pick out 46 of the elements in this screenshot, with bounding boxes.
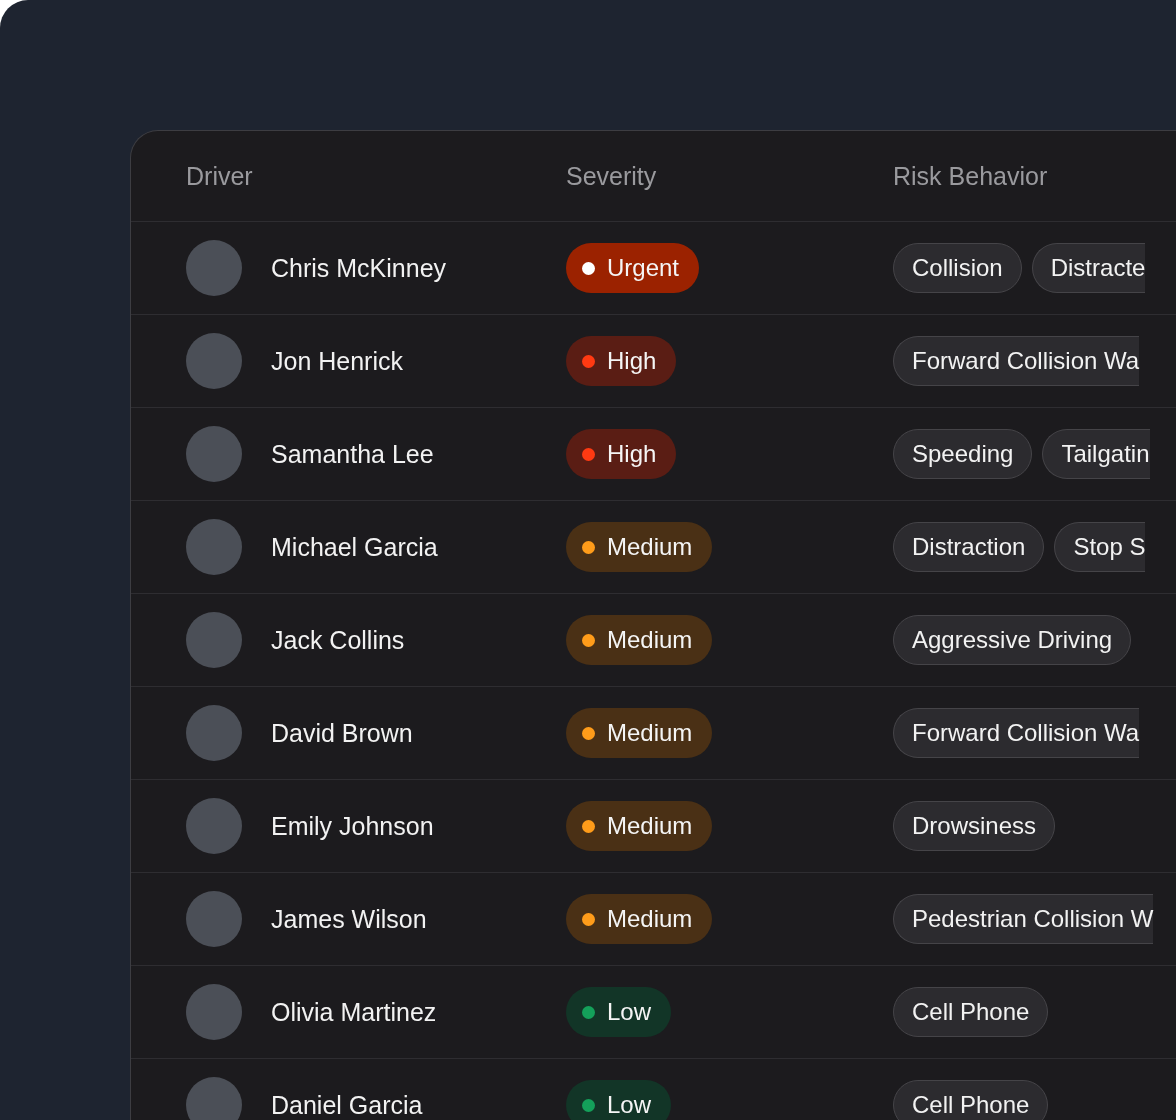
risk-tag: Cell Phone	[893, 1080, 1049, 1120]
column-header: Driver	[186, 161, 254, 191]
risk-tag: Aggressive Driving	[893, 615, 1132, 665]
driver-name: Daniel Garcia	[271, 1090, 423, 1120]
severity-badge: Urgent	[566, 243, 700, 293]
avatar	[186, 1077, 242, 1120]
risk-tag: Collision	[893, 243, 1022, 293]
driver-name: David Brown	[271, 718, 413, 748]
driver-name: James Wilson	[271, 904, 427, 934]
severity-badge: Medium	[566, 615, 713, 665]
risk-tag: Distracte	[1031, 243, 1146, 293]
risk-tag: Forward Collision Wa	[893, 708, 1140, 758]
avatar	[186, 240, 242, 296]
avatar	[186, 333, 242, 389]
driver-name: Michael Garcia	[271, 532, 438, 562]
risk-tag: Stop S	[1054, 522, 1146, 572]
avatar	[186, 798, 242, 854]
avatar	[186, 705, 242, 761]
severity-badge: Medium	[566, 522, 713, 572]
driver-name: Olivia Martinez	[271, 997, 437, 1027]
risk-tag: Speeding	[893, 429, 1033, 479]
risk-tag: Pedestrian Collision W	[893, 894, 1154, 944]
avatar	[186, 519, 242, 575]
driver-name: Samantha Lee	[271, 439, 434, 469]
risk-tag: Forward Collision Wa	[893, 336, 1140, 386]
risk-tag: Tailgatin	[1042, 429, 1150, 479]
avatar	[186, 891, 242, 947]
avatar	[186, 426, 242, 482]
severity-badge: Medium	[566, 894, 713, 944]
severity-badge: High	[566, 336, 677, 386]
avatar	[186, 984, 242, 1040]
severity-badge: Low	[566, 1080, 672, 1120]
driver-name: Emily Johnson	[271, 811, 434, 841]
severity-badge: High	[566, 429, 677, 479]
risk-tag: Distraction	[893, 522, 1045, 572]
column-header: Severity	[566, 161, 658, 191]
avatar	[186, 612, 242, 668]
risk-tag: Cell Phone	[893, 987, 1049, 1037]
severity-badge: Medium	[566, 801, 713, 851]
risk-tag: Drowsiness	[893, 801, 1056, 851]
column-header: Risk Behavior	[893, 161, 1049, 191]
severity-badge: Low	[566, 987, 672, 1037]
driver-name: Chris McKinney	[271, 253, 447, 283]
driver-name: Jack Collins	[271, 625, 405, 655]
severity-badge: Medium	[566, 708, 713, 758]
driver-name: Jon Henrick	[271, 346, 403, 376]
